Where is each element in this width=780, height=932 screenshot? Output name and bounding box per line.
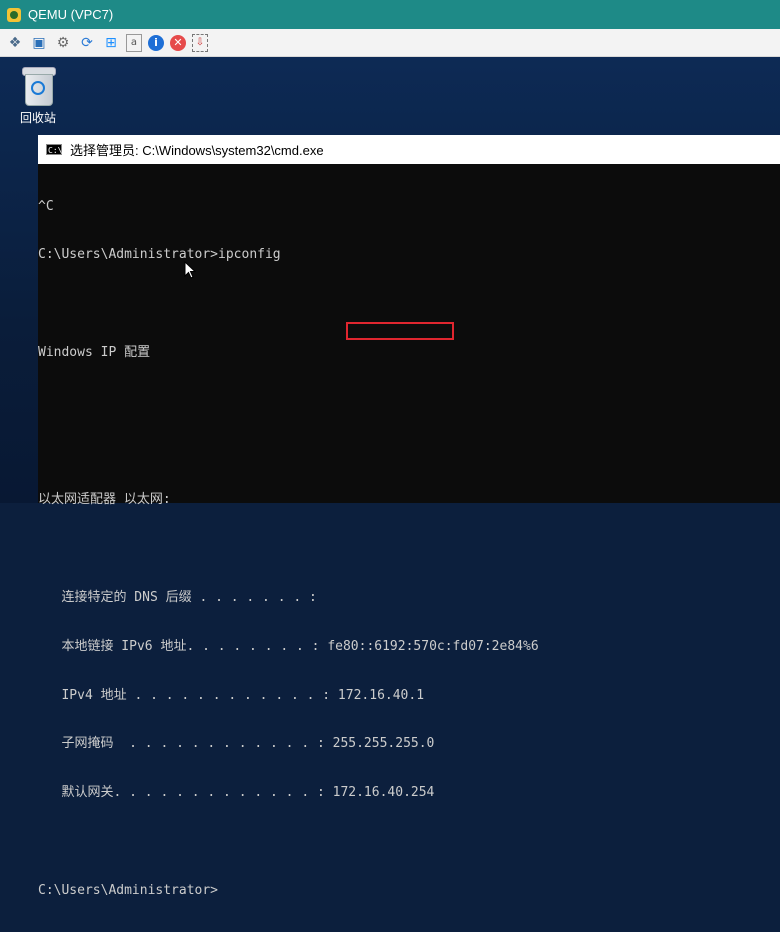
console-line: Windows IP 配置 — [38, 345, 151, 361]
recycle-bin-label: 回收站 — [19, 111, 56, 125]
refresh-icon[interactable]: ⟳ — [78, 34, 96, 52]
recycle-bin[interactable]: 回收站 — [12, 65, 64, 126]
console-line: C:\Users\Administrator>ipconfig — [38, 247, 281, 263]
text-icon[interactable]: a — [126, 33, 142, 52]
window-title: QEMU (VPC7) — [28, 7, 114, 22]
qemu-icon — [7, 7, 21, 22]
console-line: 连接特定的 DNS 后缀 . . . . . . . : — [38, 589, 317, 605]
windows-icon[interactable]: ⊞ — [102, 34, 120, 52]
console-line: 子网掩码 . . . . . . . . . . . . : 255.255.2… — [38, 736, 435, 752]
info-icon[interactable]: i — [148, 34, 164, 51]
cmd-icon: C:\ — [46, 144, 63, 155]
cmd-window[interactable]: C:\ 选择管理员: C:\Windows\system32\cmd.exe ^… — [38, 135, 780, 898]
close-icon[interactable]: ✕ — [170, 34, 186, 51]
fullscreen-icon[interactable]: ▣ — [30, 34, 48, 52]
console-line: 本地链接 IPv6 地址. . . . . . . . : fe80::6192… — [38, 638, 539, 654]
mouse-cursor-icon — [184, 261, 196, 279]
ipv4-highlight-box — [346, 322, 454, 340]
console-line: C:\Users\Administrator> — [38, 883, 219, 899]
toolbar: ❖ ▣ ⚙ ⟳ ⊞ a i ✕ ⇩ — [0, 29, 780, 57]
console-line: IPv4 地址 . . . . . . . . . . . . : 172.16… — [38, 687, 425, 703]
console-output[interactable]: ^C C:\Users\Administrator>ipconfig Windo… — [38, 164, 780, 932]
console-line: 以太网适配器 以太网: — [38, 491, 171, 507]
gear-icon[interactable]: ⚙ — [54, 34, 72, 52]
recycle-bin-icon — [20, 65, 56, 106]
window-titlebar: QEMU (VPC7) — [0, 0, 780, 29]
console-line: ^C — [38, 198, 54, 214]
cmd-titlebar: C:\ 选择管理员: C:\Windows\system32\cmd.exe — [38, 135, 780, 164]
cmd-title: 选择管理员: C:\Windows\system32\cmd.exe — [70, 143, 324, 158]
screenshot-icon[interactable]: ⇩ — [192, 33, 208, 52]
console-line: 默认网关. . . . . . . . . . . . . : 172.16.4… — [38, 785, 435, 801]
settings-icon[interactable]: ❖ — [6, 34, 24, 52]
